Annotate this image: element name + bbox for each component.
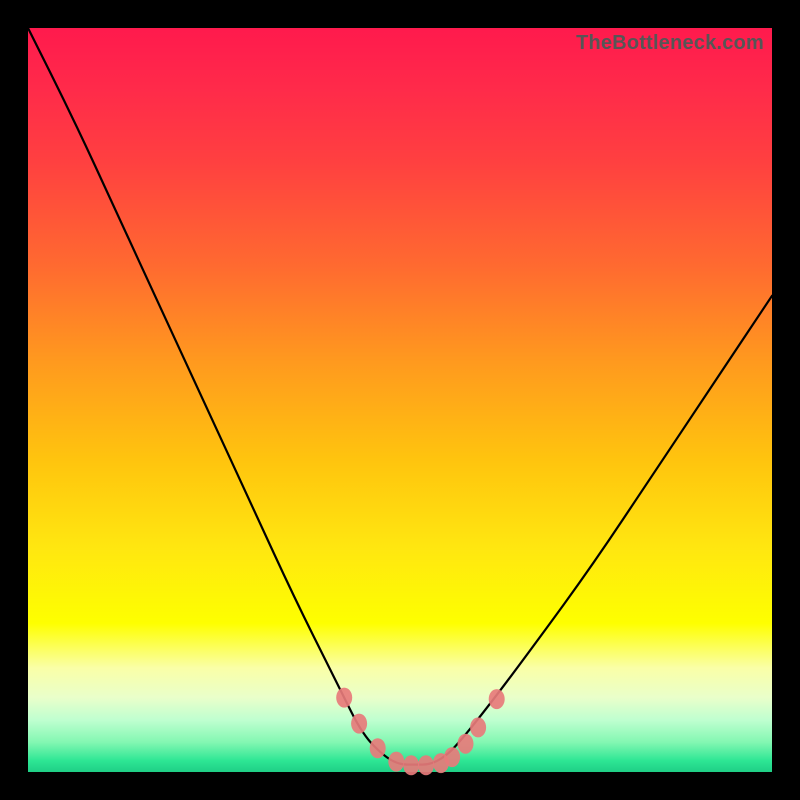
marker-dot xyxy=(489,689,505,709)
curve-layer xyxy=(28,28,772,772)
chart-frame: TheBottleneck.com xyxy=(0,0,800,800)
marker-dot xyxy=(351,714,367,734)
plot-area: TheBottleneck.com xyxy=(28,28,772,772)
marker-dot xyxy=(470,717,486,737)
marker-dot xyxy=(418,755,434,775)
marker-dot xyxy=(403,755,419,775)
marker-dot xyxy=(458,734,474,754)
marker-dot xyxy=(370,738,386,758)
bottleneck-curve-path xyxy=(28,28,772,765)
marker-dot xyxy=(336,688,352,708)
marker-dot xyxy=(388,752,404,772)
marker-group xyxy=(336,688,505,776)
marker-dot xyxy=(444,747,460,767)
